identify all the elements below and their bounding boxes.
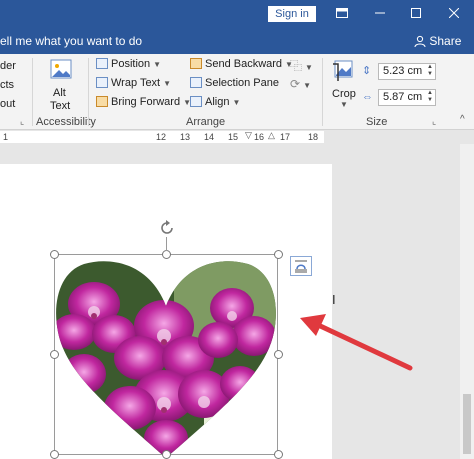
resize-cursor-icon: I [332, 292, 336, 307]
ruler-number: 14 [204, 132, 215, 142]
wrap-text-button[interactable]: Wrap Text ▼ [96, 77, 171, 89]
accessibility-group-label: Accessibility [36, 116, 96, 128]
ribbon: der cts out ⌞ Alt Text Accessibility Pos… [0, 54, 474, 130]
crop-icon [333, 60, 353, 81]
share-label: Share [429, 34, 462, 48]
rotate-icon: ⟳ [290, 77, 301, 91]
ribbon-cut-item-1[interactable]: der [0, 60, 16, 72]
minimize-button[interactable] [370, 4, 390, 24]
ruler-number: 1 [3, 132, 9, 142]
minimize-icon [375, 12, 385, 14]
position-button[interactable]: Position ▼ [96, 58, 161, 70]
horizontal-ruler[interactable]: 1 12 13 14 15 16 17 18 ▽ △ [0, 130, 474, 144]
resize-handle-top-left[interactable] [50, 250, 59, 259]
maximize-icon [411, 8, 421, 18]
send-backward-label: Send Backward [205, 58, 283, 70]
layout-options-icon [295, 260, 307, 273]
ruler-number: 17 [280, 132, 291, 142]
collapse-ribbon-button[interactable]: ^ [460, 114, 465, 125]
dialog-launcher-icon[interactable]: ⌞ [432, 116, 436, 127]
alt-text-button[interactable]: Alt Text [44, 58, 78, 112]
size-group-label: Size [366, 116, 388, 128]
vertical-scrollbar[interactable] [460, 144, 474, 459]
dialog-launcher-icon[interactable]: ⌞ [20, 116, 24, 127]
share-button[interactable]: Share [414, 34, 461, 48]
ribbon-cut-item-3[interactable]: out [0, 98, 15, 110]
height-value: 5.23 cm [383, 65, 423, 77]
align-icon [190, 96, 202, 107]
height-icon: ⇕ [362, 65, 372, 77]
group-separator [88, 58, 89, 126]
title-bar: Sign in [0, 0, 474, 28]
wrap-text-icon [96, 77, 108, 88]
send-backward-icon [190, 58, 202, 69]
selection-pane-label: Selection Pane [205, 77, 279, 89]
resize-handle-left[interactable] [50, 350, 59, 359]
ruler-indent-marker[interactable]: △ [268, 130, 275, 141]
chevron-down-icon: ▼ [153, 60, 162, 69]
height-input[interactable]: 5.23 cm ▲ ▼ [378, 63, 436, 80]
ruler-number: 15 [228, 132, 239, 142]
alt-text-icon [50, 59, 72, 79]
chevron-down-icon: ▼ [305, 63, 313, 72]
width-icon: ⇔ [362, 91, 373, 103]
crop-label: Crop [332, 88, 356, 100]
group-icon: ⿻ [290, 59, 303, 73]
alt-text-label-2: Text [50, 100, 71, 112]
send-backward-button[interactable]: Send Backward ▼ [190, 58, 293, 70]
resize-handle-bottom[interactable] [162, 450, 171, 459]
crop-button[interactable]: Crop ▼ [330, 56, 358, 112]
width-value: 5.87 cm [383, 91, 423, 103]
bring-forward-icon [96, 96, 108, 107]
position-icon [96, 58, 108, 69]
layout-options-button[interactable] [290, 256, 312, 276]
arrange-group-label: Arrange [186, 116, 226, 128]
align-label: Align [205, 96, 230, 108]
chevron-down-icon: ▼ [340, 100, 348, 109]
picture-selection-box [54, 254, 278, 455]
resize-handle-right[interactable] [274, 350, 283, 359]
ruler-number: 18 [308, 132, 319, 142]
width-input[interactable]: 5.87 cm ▲ ▼ [378, 89, 436, 106]
ruler-indent-marker[interactable]: ▽ [245, 130, 252, 141]
group-separator [322, 58, 323, 126]
width-spinner[interactable]: ▲ ▼ [427, 90, 433, 104]
resize-handle-bottom-left[interactable] [50, 450, 59, 459]
bring-forward-button[interactable]: Bring Forward ▼ [96, 96, 191, 108]
resize-handle-top-right[interactable] [274, 250, 283, 259]
sign-in-button[interactable]: Sign in [268, 6, 316, 22]
group-objects-button[interactable]: ⿻ ▼ [290, 57, 313, 74]
ruler-number: 16 [254, 132, 265, 142]
ribbon-cut-item-2[interactable]: cts [0, 79, 14, 91]
tell-me-search[interactable]: ell me what you want to do [0, 34, 142, 48]
resize-handle-bottom-right[interactable] [274, 450, 283, 459]
arrow-annotation [300, 314, 413, 371]
align-button[interactable]: Align ▼ [190, 96, 240, 108]
close-icon [448, 7, 460, 19]
chevron-down-icon: ▼ [232, 98, 241, 107]
maximize-button[interactable] [406, 4, 426, 24]
tell-me-bar: ell me what you want to do Share [0, 28, 474, 54]
rotate-button[interactable]: ⟳ ▼ [290, 77, 311, 91]
scrollbar-thumb[interactable] [463, 394, 471, 454]
user-icon [414, 35, 426, 48]
restore-icon [336, 8, 348, 18]
bring-forward-label: Bring Forward [111, 96, 181, 108]
resize-handle-top[interactable] [162, 250, 171, 259]
chevron-down-icon: ▼ [163, 79, 172, 88]
wrap-text-label: Wrap Text [111, 77, 161, 89]
height-spinner[interactable]: ▲ ▼ [427, 64, 433, 78]
rotate-handle-stem [166, 237, 167, 251]
group-separator [32, 58, 33, 126]
selection-pane-icon [190, 77, 202, 88]
selection-pane-button[interactable]: Selection Pane [190, 77, 279, 89]
ruler-number: 12 [156, 132, 167, 142]
ruler-number: 13 [180, 132, 191, 142]
alt-text-label-1: Alt [53, 87, 66, 99]
position-label: Position [111, 58, 151, 70]
chevron-down-icon: ▼ [303, 81, 311, 90]
rotate-handle-icon[interactable] [157, 218, 177, 238]
close-button[interactable] [444, 4, 464, 24]
ribbon-display-options-button[interactable] [332, 4, 352, 24]
